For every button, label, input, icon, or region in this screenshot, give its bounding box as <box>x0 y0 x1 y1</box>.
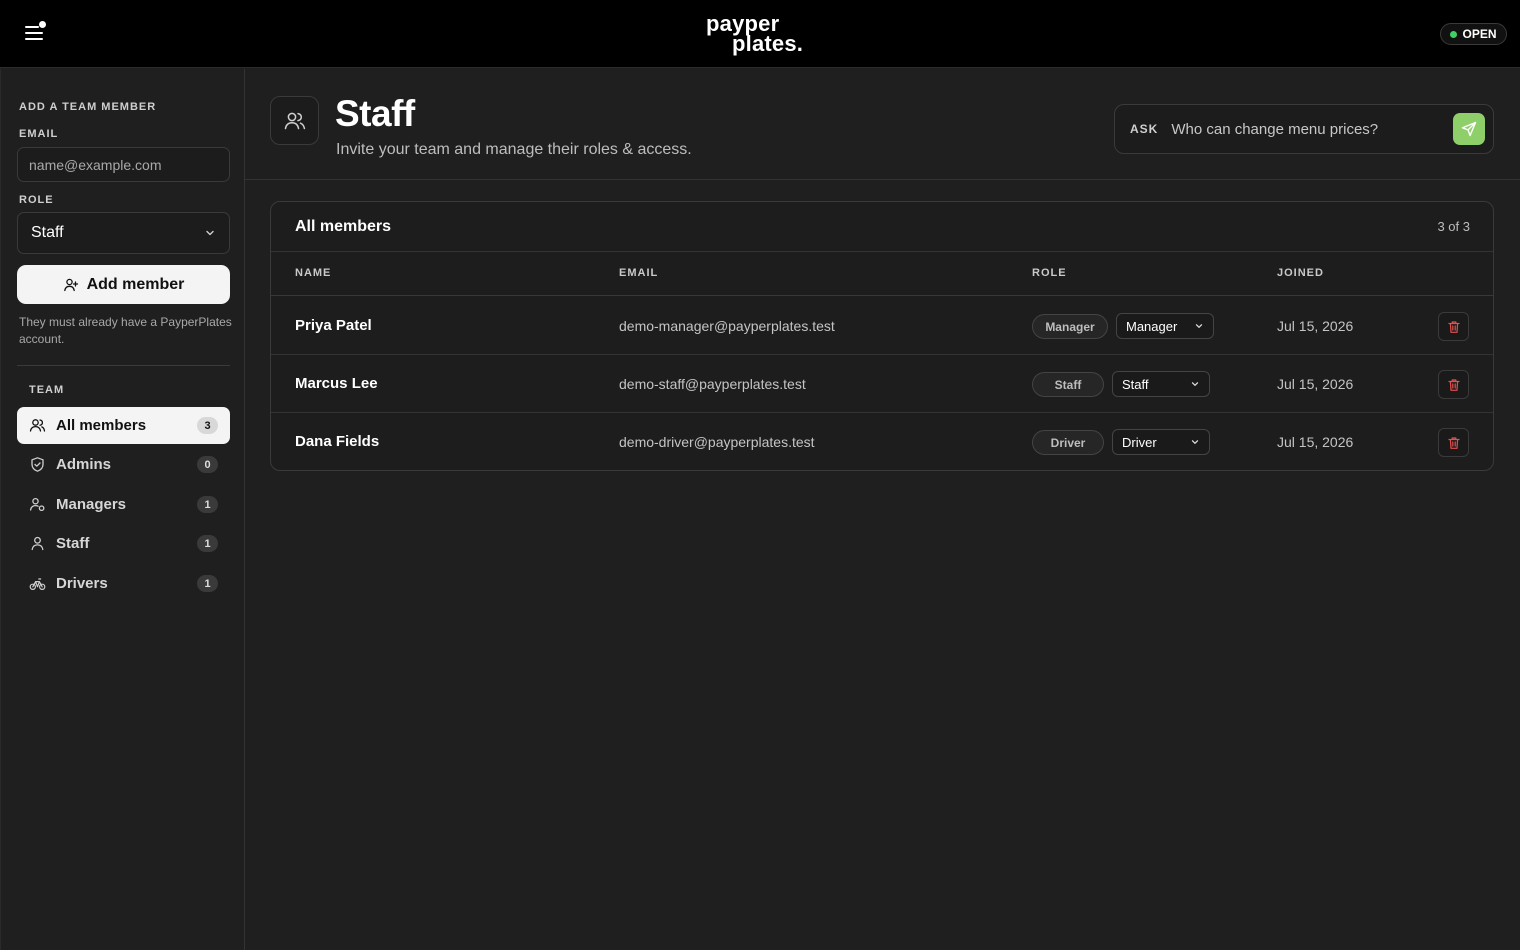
column-header-role: ROLE <box>1032 267 1067 279</box>
column-header-name: NAME <box>295 267 332 279</box>
sidebar-divider <box>17 365 230 366</box>
sidebar-item-label: Drivers <box>56 575 108 592</box>
role-badge: Manager <box>1032 314 1108 339</box>
member-name: Marcus Lee <box>295 375 378 392</box>
member-email: demo-staff@payperplates.test <box>619 376 806 392</box>
members-count: 3 of 3 <box>1437 219 1470 234</box>
role-select-value: Staff <box>31 224 64 241</box>
send-icon <box>1461 121 1477 137</box>
add-member-button[interactable]: Add member <box>17 265 230 304</box>
sidebar-item-label: All members <box>56 417 147 434</box>
trash-icon <box>1447 320 1460 333</box>
ask-label: ASK <box>1130 122 1159 136</box>
member-email: demo-manager@payperplates.test <box>619 318 835 334</box>
count-badge: 1 <box>197 496 218 513</box>
role-select-value: Staff <box>1122 376 1149 392</box>
user-cog-icon <box>29 496 46 513</box>
member-name: Dana Fields <box>295 433 380 450</box>
table-header-row: NAME EMAIL ROLE JOINED <box>271 251 1493 296</box>
sidebar-item-label: Managers <box>56 496 127 513</box>
role-label: ROLE <box>19 194 54 206</box>
sidebar-item-all-members[interactable]: All members 3 <box>17 407 230 444</box>
add-member-heading: ADD A TEAM MEMBER <box>19 101 157 113</box>
member-name: Priya Patel <box>295 317 372 334</box>
chevron-down-icon <box>1195 324 1203 328</box>
payperplates-logo[interactable]: payper plates. <box>706 13 816 56</box>
menu-icon[interactable] <box>22 20 50 46</box>
bike-icon <box>29 575 46 592</box>
delete-member-button[interactable] <box>1438 312 1469 341</box>
role-badge: Staff <box>1032 372 1104 397</box>
page-subtitle: Invite your team and manage their roles … <box>336 141 692 158</box>
status-label: OPEN <box>1462 27 1497 41</box>
main-content: Staff Invite your team and manage their … <box>245 69 1520 950</box>
add-member-hint: They must already have a PayperPlates ac… <box>19 315 232 346</box>
sidebar-item-staff[interactable]: Staff 1 <box>17 525 230 562</box>
count-badge: 1 <box>197 535 218 552</box>
ask-assistant-box: ASK <box>1114 104 1494 154</box>
member-joined-date: Jul 15, 2026 <box>1277 376 1354 392</box>
member-email: demo-driver@payperplates.test <box>619 434 815 450</box>
store-status-badge[interactable]: OPEN <box>1440 23 1507 45</box>
members-table-title: All members <box>295 218 392 235</box>
role-select-value: Driver <box>1122 434 1157 450</box>
column-header-email: EMAIL <box>619 267 659 279</box>
role-select[interactable]: Staff <box>1112 371 1210 397</box>
sidebar-item-managers[interactable]: Managers 1 <box>17 486 230 523</box>
sidebar-item-label: Admins <box>56 456 112 473</box>
table-row: Priya Patel demo-manager@payperplates.te… <box>271 297 1493 355</box>
role-select-value: Manager <box>1126 318 1178 334</box>
shield-icon <box>29 456 46 473</box>
role-select[interactable]: Driver <box>1112 429 1210 455</box>
header-divider <box>245 179 1520 180</box>
add-member-button-label: Add member <box>86 275 185 293</box>
sidebar-item-label: Staff <box>56 535 90 552</box>
member-joined-date: Jul 15, 2026 <box>1277 434 1354 450</box>
send-button[interactable] <box>1453 113 1485 145</box>
table-row: Marcus Lee demo-staff@payperplates.test … <box>271 355 1493 413</box>
sidebar-item-admins[interactable]: Admins 0 <box>17 446 230 483</box>
users-icon <box>270 96 319 145</box>
email-label: EMAIL <box>19 128 59 140</box>
role-badge: Driver <box>1032 430 1104 455</box>
delete-member-button[interactable] <box>1438 428 1469 457</box>
email-field[interactable] <box>17 147 230 182</box>
count-badge: 1 <box>197 575 218 592</box>
ask-input[interactable] <box>1171 120 1453 138</box>
column-header-joined: JOINED <box>1277 267 1324 279</box>
member-joined-date: Jul 15, 2026 <box>1277 318 1354 334</box>
trash-icon <box>1447 436 1460 449</box>
role-select[interactable]: Staff <box>17 212 230 254</box>
count-badge: 0 <box>197 456 218 473</box>
trash-icon <box>1447 378 1460 391</box>
page-title: Staff <box>335 93 415 134</box>
delete-member-button[interactable] <box>1438 370 1469 399</box>
top-bar: payper plates. OPEN <box>0 0 1520 68</box>
user-plus-icon <box>63 278 78 291</box>
role-select[interactable]: Manager <box>1116 313 1214 339</box>
chevron-down-icon <box>1191 382 1199 386</box>
sidebar-item-drivers[interactable]: Drivers 1 <box>17 565 230 602</box>
chevron-down-icon <box>1191 440 1199 444</box>
members-table-card: All members 3 of 3 NAME EMAIL ROLE JOINE… <box>270 201 1494 471</box>
sidebar: ADD A TEAM MEMBER EMAIL ROLE Staff Add m… <box>0 69 245 950</box>
user-icon <box>29 535 46 552</box>
table-row: Dana Fields demo-driver@payperplates.tes… <box>271 413 1493 471</box>
count-badge: 3 <box>197 417 218 434</box>
status-dot-icon <box>1450 30 1458 38</box>
chevron-down-icon <box>206 230 214 236</box>
logo-line-2: plates. <box>732 31 804 56</box>
users-icon <box>29 417 46 434</box>
team-heading: TEAM <box>29 384 65 396</box>
